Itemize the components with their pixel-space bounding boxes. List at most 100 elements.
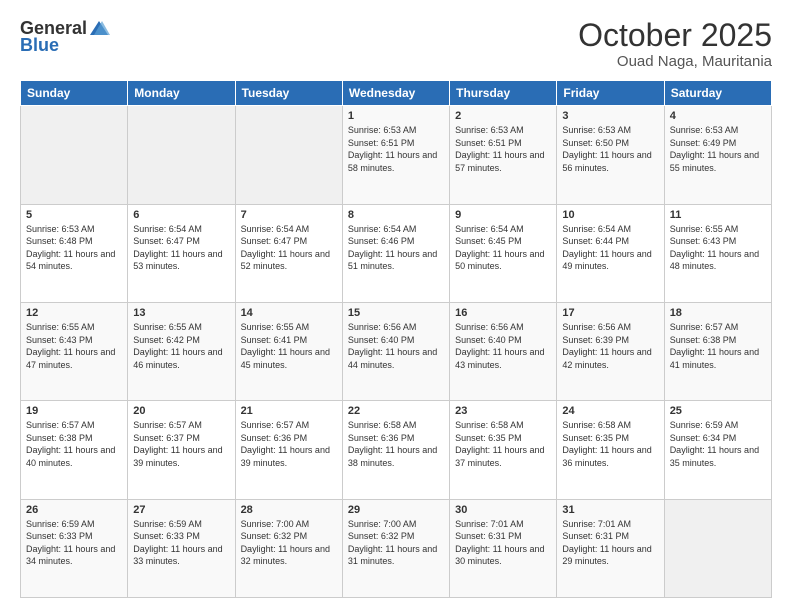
day-number: 3 <box>562 110 658 122</box>
cell-info: Sunrise: 6:57 AMSunset: 6:37 PMDaylight:… <box>133 420 222 468</box>
cell-info: Sunrise: 6:56 AMSunset: 6:40 PMDaylight:… <box>348 322 437 370</box>
cell-info: Sunrise: 6:59 AMSunset: 6:34 PMDaylight:… <box>670 420 759 468</box>
cell-info: Sunrise: 6:55 AMSunset: 6:42 PMDaylight:… <box>133 322 222 370</box>
calendar-cell: 29Sunrise: 7:00 AMSunset: 6:32 PMDayligh… <box>342 499 449 597</box>
calendar-cell: 23Sunrise: 6:58 AMSunset: 6:35 PMDayligh… <box>450 401 557 499</box>
day-number: 21 <box>241 405 337 417</box>
day-number: 14 <box>241 307 337 319</box>
calendar-cell: 24 Sunrise: 6:58 AMSunset: 6:35 PMDayligh… <box>557 401 664 499</box>
day-number: 5 <box>26 209 122 221</box>
cell-info: Sunrise: 6:54 AMSunset: 6:46 PMDaylight:… <box>348 224 437 272</box>
calendar-cell <box>128 106 235 204</box>
day-number: 7 <box>241 209 337 221</box>
calendar-header-tuesday: Tuesday <box>235 81 342 106</box>
cell-info: Sunrise: 6:53 AMSunset: 6:50 PMDaylight:… <box>562 125 651 173</box>
calendar-week-row: 26Sunrise: 6:59 AMSunset: 6:33 PMDayligh… <box>21 499 772 597</box>
calendar-cell: 9 Sunrise: 6:54 AMSunset: 6:45 PMDaylight… <box>450 204 557 302</box>
day-number: 9 <box>455 209 551 221</box>
cell-info: Sunrise: 6:54 AMSunset: 6:44 PMDaylight:… <box>562 224 651 272</box>
cell-info: Sunrise: 7:01 AMSunset: 6:31 PMDaylight:… <box>455 519 544 567</box>
calendar-page: General Blue October 2025 Ouad Naga, Mau… <box>0 0 792 612</box>
calendar-cell: 12Sunrise: 6:55 AMSunset: 6:43 PMDayligh… <box>21 302 128 400</box>
cell-info: Sunrise: 6:53 AMSunset: 6:48 PMDaylight:… <box>26 224 115 272</box>
cell-info: Sunrise: 6:53 AMSunset: 6:51 PMDaylight:… <box>348 125 437 173</box>
location-title: Ouad Naga, Mauritania <box>578 53 772 70</box>
cell-info: Sunrise: 6:56 AMSunset: 6:39 PMDaylight:… <box>562 322 651 370</box>
day-number: 24 <box>562 405 658 417</box>
cell-info: Sunrise: 6:58 AMSunset: 6:36 PMDaylight:… <box>348 420 437 468</box>
calendar-cell: 5 Sunrise: 6:53 AMSunset: 6:48 PMDaylight… <box>21 204 128 302</box>
calendar-header-sunday: Sunday <box>21 81 128 106</box>
calendar-cell: 26Sunrise: 6:59 AMSunset: 6:33 PMDayligh… <box>21 499 128 597</box>
calendar-cell: 25 Sunrise: 6:59 AMSunset: 6:34 PMDayligh… <box>664 401 771 499</box>
calendar-cell: 31Sunrise: 7:01 AMSunset: 6:31 PMDayligh… <box>557 499 664 597</box>
calendar-cell: 3 Sunrise: 6:53 AMSunset: 6:50 PMDaylight… <box>557 106 664 204</box>
calendar-header-monday: Monday <box>128 81 235 106</box>
cell-info: Sunrise: 6:53 AMSunset: 6:49 PMDaylight:… <box>670 125 759 173</box>
cell-info: Sunrise: 6:55 AMSunset: 6:41 PMDaylight:… <box>241 322 330 370</box>
day-number: 28 <box>241 504 337 516</box>
day-number: 29 <box>348 504 444 516</box>
day-number: 22 <box>348 405 444 417</box>
calendar-header-row: SundayMondayTuesdayWednesdayThursdayFrid… <box>21 81 772 106</box>
cell-info: Sunrise: 6:54 AMSunset: 6:45 PMDaylight:… <box>455 224 544 272</box>
cell-info: Sunrise: 6:57 AMSunset: 6:38 PMDaylight:… <box>26 420 115 468</box>
day-number: 19 <box>26 405 122 417</box>
title-block: October 2025 Ouad Naga, Mauritania <box>578 18 772 70</box>
cell-info: Sunrise: 7:00 AMSunset: 6:32 PMDaylight:… <box>241 519 330 567</box>
calendar-week-row: 5 Sunrise: 6:53 AMSunset: 6:48 PMDaylight… <box>21 204 772 302</box>
day-number: 15 <box>348 307 444 319</box>
calendar-cell: 15 Sunrise: 6:56 AMSunset: 6:40 PMDayligh… <box>342 302 449 400</box>
day-number: 6 <box>133 209 229 221</box>
cell-info: Sunrise: 6:58 AMSunset: 6:35 PMDaylight:… <box>562 420 651 468</box>
calendar-cell: 19 Sunrise: 6:57 AMSunset: 6:38 PMDayligh… <box>21 401 128 499</box>
day-number: 11 <box>670 209 766 221</box>
day-number: 16 <box>455 307 551 319</box>
calendar-cell <box>21 106 128 204</box>
calendar-header-saturday: Saturday <box>664 81 771 106</box>
calendar-cell: 28 Sunrise: 7:00 AMSunset: 6:32 PMDayligh… <box>235 499 342 597</box>
calendar-cell: 17 Sunrise: 6:56 AMSunset: 6:39 PMDayligh… <box>557 302 664 400</box>
calendar-cell: 20 Sunrise: 6:57 AMSunset: 6:37 PMDayligh… <box>128 401 235 499</box>
calendar-header-wednesday: Wednesday <box>342 81 449 106</box>
day-number: 12 <box>26 307 122 319</box>
month-title: October 2025 <box>578 18 772 53</box>
calendar-cell: 16 Sunrise: 6:56 AMSunset: 6:40 PMDayligh… <box>450 302 557 400</box>
day-number: 1 <box>348 110 444 122</box>
cell-info: Sunrise: 6:53 AMSunset: 6:51 PMDaylight:… <box>455 125 544 173</box>
day-number: 18 <box>670 307 766 319</box>
calendar-cell: 1 Sunrise: 6:53 AMSunset: 6:51 PMDaylight… <box>342 106 449 204</box>
cell-info: Sunrise: 6:54 AMSunset: 6:47 PMDaylight:… <box>133 224 222 272</box>
calendar-week-row: 19 Sunrise: 6:57 AMSunset: 6:38 PMDayligh… <box>21 401 772 499</box>
cell-info: Sunrise: 6:59 AMSunset: 6:33 PMDaylight:… <box>26 519 115 567</box>
day-number: 17 <box>562 307 658 319</box>
calendar-header-friday: Friday <box>557 81 664 106</box>
calendar-cell: 4Sunrise: 6:53 AMSunset: 6:49 PMDaylight… <box>664 106 771 204</box>
day-number: 8 <box>348 209 444 221</box>
calendar-cell: 6 Sunrise: 6:54 AMSunset: 6:47 PMDaylight… <box>128 204 235 302</box>
calendar-cell: 22 Sunrise: 6:58 AMSunset: 6:36 PMDayligh… <box>342 401 449 499</box>
cell-info: Sunrise: 6:57 AMSunset: 6:36 PMDaylight:… <box>241 420 330 468</box>
calendar-table: SundayMondayTuesdayWednesdayThursdayFrid… <box>20 80 772 598</box>
calendar-cell: 2Sunrise: 6:53 AMSunset: 6:51 PMDaylight… <box>450 106 557 204</box>
day-number: 27 <box>133 504 229 516</box>
cell-info: Sunrise: 6:59 AMSunset: 6:33 PMDaylight:… <box>133 519 222 567</box>
cell-info: Sunrise: 7:01 AMSunset: 6:31 PMDaylight:… <box>562 519 651 567</box>
cell-info: Sunrise: 6:54 AMSunset: 6:47 PMDaylight:… <box>241 224 330 272</box>
logo: General Blue <box>20 18 111 56</box>
calendar-header-thursday: Thursday <box>450 81 557 106</box>
calendar-week-row: 12Sunrise: 6:55 AMSunset: 6:43 PMDayligh… <box>21 302 772 400</box>
calendar-week-row: 1 Sunrise: 6:53 AMSunset: 6:51 PMDaylight… <box>21 106 772 204</box>
cell-info: Sunrise: 6:57 AMSunset: 6:38 PMDaylight:… <box>670 322 759 370</box>
day-number: 23 <box>455 405 551 417</box>
cell-info: Sunrise: 6:56 AMSunset: 6:40 PMDaylight:… <box>455 322 544 370</box>
day-number: 25 <box>670 405 766 417</box>
calendar-cell <box>664 499 771 597</box>
day-number: 30 <box>455 504 551 516</box>
calendar-cell: 21 Sunrise: 6:57 AMSunset: 6:36 PMDayligh… <box>235 401 342 499</box>
calendar-cell: 18 Sunrise: 6:57 AMSunset: 6:38 PMDayligh… <box>664 302 771 400</box>
day-number: 20 <box>133 405 229 417</box>
calendar-cell: 13Sunrise: 6:55 AMSunset: 6:42 PMDayligh… <box>128 302 235 400</box>
calendar-cell <box>235 106 342 204</box>
calendar-cell: 8 Sunrise: 6:54 AMSunset: 6:46 PMDaylight… <box>342 204 449 302</box>
